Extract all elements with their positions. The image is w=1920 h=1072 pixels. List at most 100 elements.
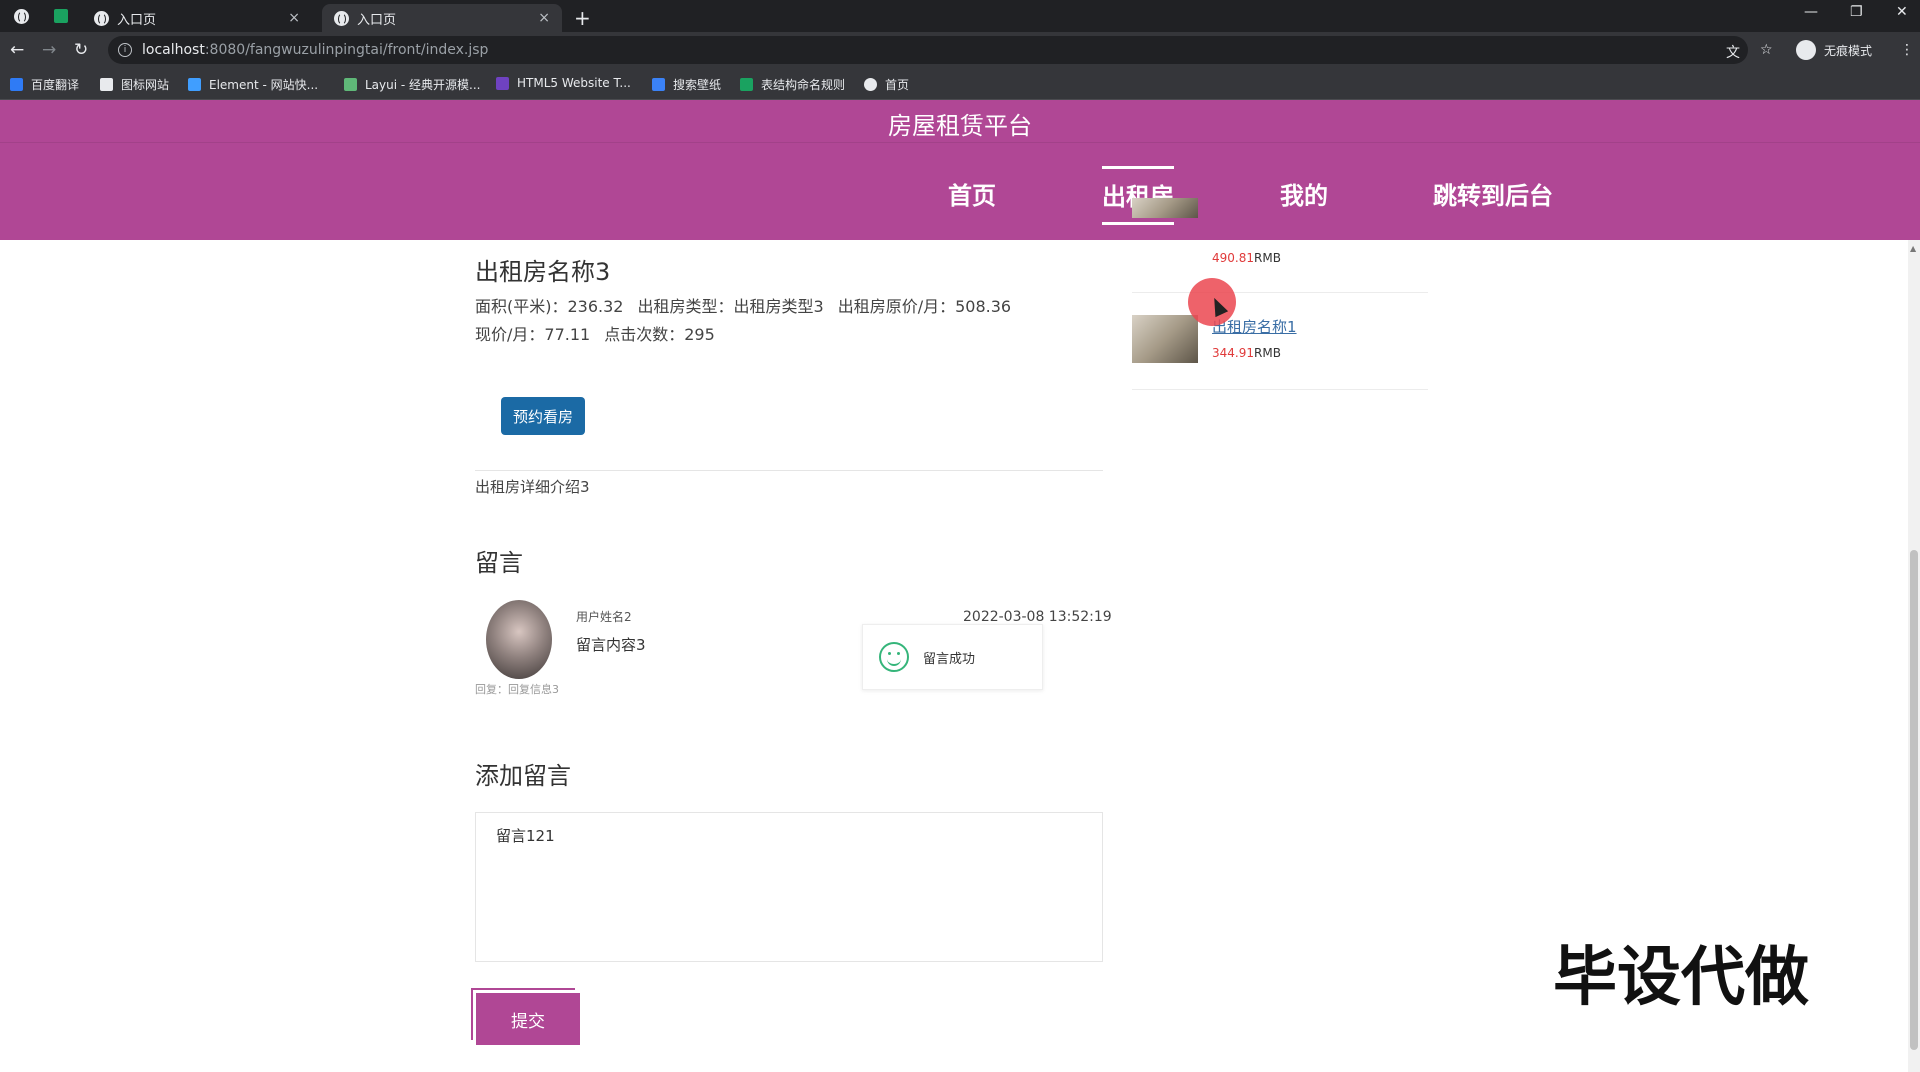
comment-textarea[interactable]: 留言121 — [475, 812, 1103, 962]
bookmark-label: 图标网站 — [121, 78, 170, 92]
new-tab-button[interactable]: + — [574, 6, 591, 30]
toast-message: 留言成功 — [923, 651, 976, 667]
watermark: 毕设代做 — [1553, 941, 1809, 1015]
site-header: 房屋租赁平台 首页 出租房 我的 跳转到后台 — [0, 100, 1920, 240]
menu-kebab-icon[interactable]: ⋮ — [1900, 42, 1914, 58]
browser-tab-bar: 入口页 × 入口页 × + — ❐ ✕ — [0, 0, 1920, 32]
page-content: 房屋租赁平台 首页 出租房 我的 跳转到后台 出租房名称3 面积(平米)：236… — [0, 100, 1920, 1072]
smile-icon — [879, 642, 909, 672]
forward-icon[interactable]: → — [42, 40, 56, 60]
element-icon — [188, 78, 201, 91]
bookmark-item[interactable]: Element - 网站快... — [188, 76, 318, 93]
bookmark-item[interactable]: 搜索壁纸 — [652, 76, 721, 93]
globe-icon — [334, 10, 349, 26]
info-icon[interactable]: i — [118, 43, 132, 57]
flag-icon — [100, 78, 113, 91]
close-icon[interactable]: × — [538, 10, 550, 26]
site-title: 房屋租赁平台 — [888, 112, 1032, 140]
pinned-tab-sheet[interactable] — [46, 4, 76, 28]
tab-title: 入口页 — [357, 12, 397, 28]
area-label: 面积(平米)： — [475, 297, 568, 316]
restore-icon[interactable]: ❐ — [1850, 4, 1863, 20]
recommend-thumbnail[interactable] — [1132, 315, 1198, 363]
comment-content: 留言内容3 — [576, 636, 646, 654]
add-comment-heading: 添加留言 — [475, 762, 571, 790]
globe-icon — [864, 78, 877, 91]
detail-divider — [475, 470, 1103, 471]
bookmark-label: 搜索壁纸 — [673, 78, 722, 92]
comment-time: 2022-03-08 13:52:19 — [963, 609, 1112, 625]
reload-icon[interactable]: ↻ — [74, 40, 88, 60]
close-icon[interactable]: × — [288, 10, 300, 26]
recommend-thumbnail[interactable] — [1132, 198, 1198, 218]
cur-price-label: 现价/月： — [475, 325, 545, 344]
bookmark-label: 首页 — [885, 78, 910, 92]
back-icon[interactable]: ← — [10, 40, 24, 60]
scroll-up-icon[interactable]: ▲ — [1910, 244, 1916, 253]
html5-icon — [496, 76, 509, 90]
bookmark-item[interactable]: HTML5 Website T... — [496, 76, 631, 90]
browser-toolbar: ← → ↻ i localhost:8080/fangwuzulinpingta… — [0, 32, 1920, 68]
wallpaper-icon — [652, 78, 665, 91]
price-number: 344.91 — [1212, 346, 1254, 360]
url-path: :8080/fangwuzulinpingtai/front/index.jsp — [204, 42, 489, 58]
bookmark-item[interactable]: Layui - 经典开源模... — [344, 76, 480, 93]
comments-heading: 留言 — [475, 549, 523, 577]
bookmark-label: HTML5 Website T... — [517, 76, 631, 90]
globe-icon — [94, 10, 109, 26]
nav-mine[interactable]: 我的 — [1280, 176, 1328, 221]
price-unit: RMB — [1254, 346, 1281, 360]
house-meta-row-2: 现价/月：77.11 点击次数：295 — [475, 321, 715, 345]
recommend-divider — [1132, 389, 1428, 390]
bookmarks-bar: 百度翻译 图标网站 Element - 网站快... Layui - 经典开源模… — [0, 68, 1920, 100]
bookmark-label: 百度翻译 — [31, 78, 80, 92]
address-bar[interactable]: i localhost:8080/fangwuzulinpingtai/fron… — [108, 36, 1748, 64]
recommend-price: 490.81RMB — [1212, 251, 1281, 265]
orig-price-label: 出租房原价/月： — [837, 297, 956, 316]
recommend-divider — [1132, 292, 1428, 293]
nav-home[interactable]: 首页 — [948, 176, 996, 221]
nav-admin[interactable]: 跳转到后台 — [1433, 176, 1553, 221]
page-scrollbar[interactable]: ▲ — [1908, 240, 1920, 1072]
bookmark-label: Layui - 经典开源模... — [365, 78, 481, 92]
translate-icon[interactable]: 文 — [1726, 42, 1740, 62]
type-value: 出租房类型3 — [733, 297, 824, 316]
bookmark-label: Element - 网站快... — [209, 78, 319, 92]
scrollbar-thumb[interactable] — [1910, 550, 1918, 1050]
minimize-icon[interactable]: — — [1804, 4, 1818, 20]
price-number: 490.81 — [1212, 251, 1254, 265]
clicks-value: 295 — [684, 325, 715, 344]
bookmark-item[interactable]: 百度翻译 — [10, 76, 79, 93]
bookmark-icon — [10, 78, 23, 91]
house-description: 出租房详细介绍3 — [475, 478, 590, 496]
area-value: 236.32 — [567, 297, 624, 316]
bookmark-star-icon[interactable]: ☆ — [1760, 42, 1773, 58]
spreadsheet-icon — [54, 9, 68, 23]
url-host: localhost — [142, 42, 205, 58]
price-unit: RMB — [1254, 251, 1281, 265]
globe-icon — [13, 8, 29, 24]
window-close-icon[interactable]: ✕ — [1896, 4, 1908, 20]
bookmark-item[interactable]: 图标网站 — [100, 76, 169, 93]
orig-price-value: 508.36 — [955, 297, 1012, 316]
spreadsheet-icon — [740, 78, 753, 91]
incognito-label: 无痕模式 — [1824, 43, 1873, 58]
tab-title: 入口页 — [117, 12, 157, 28]
comment-user: 用户姓名2 — [576, 610, 632, 624]
house-title: 出租房名称3 — [475, 258, 611, 286]
browser-tab-active[interactable]: 入口页 × — [322, 4, 562, 32]
clicks-label: 点击次数： — [604, 325, 685, 344]
incognito-icon — [1796, 40, 1816, 60]
type-label: 出租房类型： — [637, 297, 734, 316]
incognito-indicator[interactable]: 无痕模式 — [1796, 40, 1872, 60]
browser-tab[interactable]: 入口页 × — [82, 4, 312, 32]
submit-button[interactable]: 提交 — [476, 993, 580, 1045]
bookmark-item[interactable]: 首页 — [864, 76, 909, 93]
comment-reply: 回复：回复信息3 — [475, 683, 559, 696]
bookmark-label: 表结构命名规则 — [761, 78, 846, 92]
bookmark-item[interactable]: 表结构命名规则 — [740, 76, 845, 93]
layui-icon — [344, 78, 357, 91]
book-viewing-button[interactable]: 预约看房 — [501, 397, 585, 435]
pinned-tab[interactable] — [6, 4, 36, 28]
cur-price-value: 77.11 — [544, 325, 591, 344]
